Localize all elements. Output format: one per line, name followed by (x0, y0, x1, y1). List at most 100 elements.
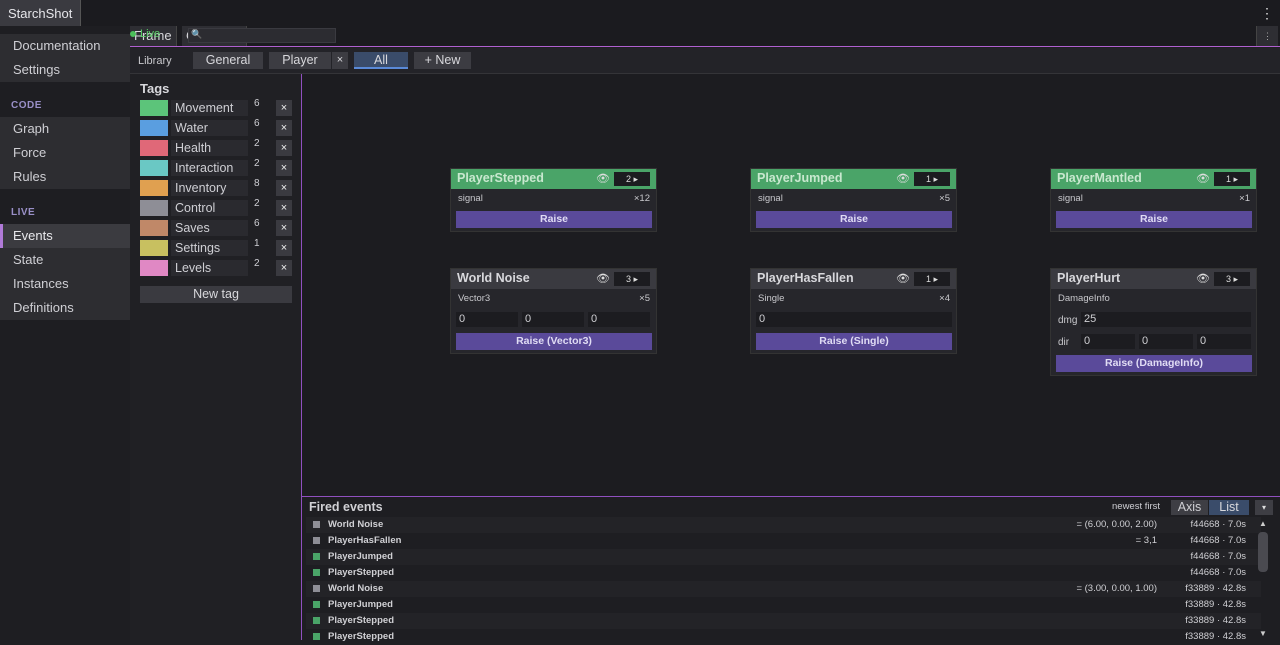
dir-field[interactable]: 0 (1081, 334, 1135, 349)
event-card-title: PlayerJumped (757, 171, 843, 185)
listener-count-badge[interactable]: 1 ▸ (914, 272, 950, 286)
list-view-button[interactable]: List (1209, 500, 1249, 515)
tag-name[interactable]: Interaction (171, 160, 248, 176)
event-payload-type: signal (758, 193, 783, 204)
sidebar-item-events[interactable]: Events (0, 224, 130, 248)
sidebar-item-definitions[interactable]: Definitions (0, 296, 130, 320)
tag-name[interactable]: Control (171, 200, 248, 216)
raise-button[interactable]: Raise (1056, 211, 1252, 228)
tag-color-swatch[interactable] (140, 180, 168, 196)
log-row[interactable]: World Noise = (3.00, 0.00, 1.00) f33889 · … (306, 581, 1261, 597)
tag-remove-icon[interactable]: × (276, 200, 292, 216)
visibility-eye-icon[interactable]: 👁 (1196, 172, 1210, 185)
log-row[interactable]: PlayerHasFallen = 3,1 f44668 · 7.0s (306, 533, 1261, 549)
tag-remove-icon[interactable]: × (276, 140, 292, 156)
listener-count-badge[interactable]: 2 ▸ (614, 172, 650, 186)
tag-name[interactable]: Health (171, 140, 248, 156)
log-row[interactable]: PlayerJumped f44668 · 7.0s (306, 549, 1261, 565)
listener-count-badge[interactable]: 3 ▸ (614, 272, 650, 286)
tag-name[interactable]: Levels (171, 260, 248, 276)
tab-player[interactable]: Player (269, 52, 331, 69)
tag-color-swatch[interactable] (140, 260, 168, 276)
listener-count-badge[interactable]: 1 ▸ (914, 172, 950, 186)
visibility-eye-icon[interactable]: 👁 (596, 172, 610, 185)
tag-name[interactable]: Inventory (171, 180, 248, 196)
payload-field[interactable]: 0 (456, 312, 518, 327)
search-input[interactable] (188, 28, 336, 43)
sidebar-item-graph[interactable]: Graph (0, 117, 130, 141)
raise-button[interactable]: Raise (Single) (756, 333, 952, 350)
log-row[interactable]: PlayerStepped f33889 · 42.8s (306, 613, 1261, 629)
log-row[interactable]: PlayerStepped f44668 · 7.0s (306, 565, 1261, 581)
tag-color-swatch[interactable] (140, 120, 168, 136)
tag-remove-icon[interactable]: × (276, 120, 292, 136)
raise-button[interactable]: Raise (456, 211, 652, 228)
app-title[interactable]: StarchShot (0, 0, 82, 26)
tag-name[interactable]: Water (171, 120, 248, 136)
tag-color-swatch[interactable] (140, 100, 168, 116)
sort-order-label[interactable]: newest first (1112, 501, 1160, 512)
log-row[interactable]: World Noise = (6.00, 0.00, 2.00) f44668 · … (306, 517, 1261, 533)
event-card-header: PlayerHasFallen 👁 1 ▸ (751, 269, 956, 289)
tag-remove-icon[interactable]: × (276, 160, 292, 176)
sidebar-item-force[interactable]: Force (0, 141, 130, 165)
dir-field[interactable]: 0 (1197, 334, 1251, 349)
visibility-eye-icon[interactable]: 👁 (896, 172, 910, 185)
tag-color-swatch[interactable] (140, 240, 168, 256)
payload-field[interactable]: 0 (522, 312, 584, 327)
tag-count: 1 (254, 238, 260, 249)
new-library-button[interactable]: + New (414, 52, 471, 69)
payload-field[interactable]: 0 (756, 312, 952, 327)
tag-name[interactable]: Movement (171, 100, 248, 116)
tag-row: Saves 6 × (140, 218, 294, 237)
listener-count-badge[interactable]: 1 ▸ (1214, 172, 1250, 186)
tag-count: 2 (254, 138, 260, 149)
toolbar-menu-icon[interactable]: ⋮ (1256, 26, 1278, 46)
new-tag-button[interactable]: New tag (140, 286, 292, 303)
scroll-up-icon[interactable]: ▲ (1259, 519, 1267, 528)
sidebar-item-instances[interactable]: Instances (0, 272, 130, 296)
log-event-time: f33889 · 42.8s (1185, 631, 1246, 642)
tag-color-swatch[interactable] (140, 220, 168, 236)
raise-button[interactable]: Raise (Vector3) (456, 333, 652, 350)
payload-field[interactable]: 0 (588, 312, 650, 327)
event-card: World Noise 👁 3 ▸ Vector3 ×5 0 0 0 Raise (Vector… (450, 268, 657, 354)
raise-button[interactable]: Raise (DamageInfo) (1056, 355, 1252, 372)
scroll-down-icon[interactable]: ▼ (1259, 629, 1267, 638)
sidebar-item-documentation[interactable]: Documentation (0, 34, 130, 58)
event-card-header: PlayerMantled 👁 1 ▸ (1051, 169, 1256, 189)
event-card-header: PlayerHurt 👁 3 ▸ (1051, 269, 1256, 289)
tag-remove-icon[interactable]: × (276, 240, 292, 256)
tab-general[interactable]: General (193, 52, 263, 69)
tag-remove-icon[interactable]: × (276, 260, 292, 276)
tag-remove-icon[interactable]: × (276, 220, 292, 236)
tab-all[interactable]: All (354, 52, 408, 69)
tab-player-close-icon[interactable]: × (332, 52, 348, 69)
scrollbar-thumb[interactable] (1258, 532, 1268, 572)
tag-remove-icon[interactable]: × (276, 100, 292, 116)
visibility-eye-icon[interactable]: 👁 (896, 272, 910, 285)
log-row[interactable]: PlayerJumped f33889 · 42.8s (306, 597, 1261, 613)
tag-color-swatch[interactable] (140, 160, 168, 176)
tag-name[interactable]: Settings (171, 240, 248, 256)
dir-field[interactable]: 0 (1139, 334, 1193, 349)
sidebar-item-settings[interactable]: Settings (0, 58, 130, 82)
tag-color-swatch[interactable] (140, 200, 168, 216)
fired-events-title: Fired events (309, 500, 383, 514)
sidebar-item-state[interactable]: State (0, 248, 130, 272)
visibility-eye-icon[interactable]: 👁 (596, 272, 610, 285)
tag-name[interactable]: Saves (171, 220, 248, 236)
log-row[interactable]: PlayerStepped f33889 · 42.8s (306, 629, 1261, 645)
log-dropdown-icon[interactable]: ▾ (1255, 500, 1273, 515)
tag-row: Inventory 8 × (140, 178, 294, 197)
raise-button[interactable]: Raise (756, 211, 952, 228)
sidebar-item-rules[interactable]: Rules (0, 165, 130, 189)
dmg-label: dmg (1058, 315, 1078, 326)
app-menu-icon[interactable]: ⋮ (1260, 4, 1274, 22)
axis-view-button[interactable]: Axis (1171, 500, 1208, 515)
visibility-eye-icon[interactable]: 👁 (1196, 272, 1210, 285)
listener-count-badge[interactable]: 3 ▸ (1214, 272, 1250, 286)
tag-remove-icon[interactable]: × (276, 180, 292, 196)
tag-color-swatch[interactable] (140, 140, 168, 156)
dmg-field[interactable]: 25 (1081, 312, 1251, 327)
